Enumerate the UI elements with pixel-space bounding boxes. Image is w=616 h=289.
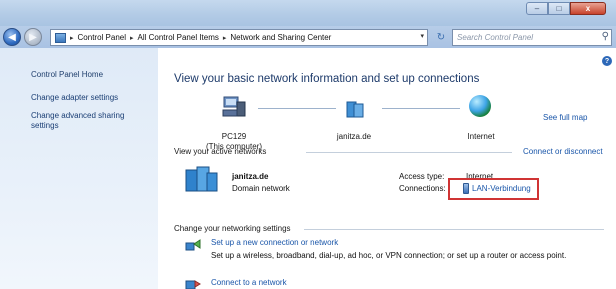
change-settings-label: Change your networking settings <box>174 224 291 233</box>
navigation-bar: ◀ ▶ ▸ Control Panel ▸ All Control Panel … <box>0 26 616 48</box>
section-divider <box>306 152 512 153</box>
network-sharing-center-window: – □ x ◀ ▶ ▸ Control Panel ▸ All Control … <box>0 0 616 289</box>
page-title: View your basic network information and … <box>174 73 480 85</box>
breadcrumb-network-sharing[interactable]: Network and Sharing Center <box>230 33 331 42</box>
network-type[interactable]: Domain network <box>232 184 290 193</box>
breadcrumb-separator-icon[interactable]: ▸ <box>70 34 74 42</box>
minimize-button[interactable]: – <box>526 2 548 15</box>
network-adapter-icon <box>463 183 469 194</box>
node-label-domain: janitza.de <box>336 132 372 141</box>
caption-buttons: – □ x <box>526 2 606 16</box>
address-bar[interactable]: ▸ Control Panel ▸ All Control Panel Item… <box>50 29 428 46</box>
search-placeholder: Search Control Panel <box>457 33 534 42</box>
sidebar: Control Panel Home Change adapter settin… <box>0 48 158 289</box>
access-type-label: Access type: <box>399 172 445 181</box>
search-icon[interactable]: ⚲ <box>602 31 609 42</box>
setup-connection-description: Set up a wireless, broadband, dial-up, a… <box>211 251 567 260</box>
node-label-internet: Internet <box>467 132 495 141</box>
sidebar-item-adapter-settings[interactable]: Change adapter settings <box>31 93 118 103</box>
map-connector <box>382 108 460 109</box>
refresh-icon[interactable]: ↻ <box>432 29 450 46</box>
connect-disconnect-link[interactable]: Connect or disconnect <box>523 147 603 156</box>
active-networks-label: View your active networks <box>174 147 267 156</box>
breadcrumb-control-panel[interactable]: Control Panel <box>78 33 126 42</box>
see-full-map-link[interactable]: See full map <box>543 113 587 122</box>
search-input[interactable]: Search Control Panel ⚲ <box>452 29 612 46</box>
lan-connection-label[interactable]: LAN-Verbindung <box>472 184 531 193</box>
connect-network-link[interactable]: Connect to a network <box>211 278 287 287</box>
breadcrumb-all-items[interactable]: All Control Panel Items <box>138 33 219 42</box>
back-arrow-icon[interactable]: ◀ <box>3 28 21 46</box>
main-content: ? View your basic network information an… <box>158 48 616 289</box>
close-button[interactable]: x <box>570 2 606 15</box>
connections-label: Connections: <box>399 184 446 193</box>
map-connector <box>258 108 336 109</box>
domain-network-icon <box>185 166 218 192</box>
setup-connection-link[interactable]: Set up a new connection or network <box>211 238 338 247</box>
help-icon[interactable]: ? <box>602 56 612 66</box>
address-dropdown-icon[interactable]: ▾ <box>420 32 424 40</box>
title-bar[interactable]: – □ x <box>0 0 616 26</box>
connect-network-icon <box>185 280 201 289</box>
computer-icon[interactable] <box>221 96 247 120</box>
section-divider <box>304 229 604 230</box>
network-name: janitza.de <box>232 172 269 181</box>
sidebar-item-advanced-sharing[interactable]: Change advanced sharing settings <box>31 111 141 131</box>
lan-connection-link[interactable]: LAN-Verbindung <box>463 183 531 194</box>
maximize-button[interactable]: □ <box>548 2 570 15</box>
globe-icon[interactable] <box>469 95 491 117</box>
control-panel-icon <box>55 32 66 43</box>
node-label-pc: PC129 <box>221 132 247 141</box>
new-connection-icon <box>185 239 201 251</box>
breadcrumb-separator-icon[interactable]: ▸ <box>223 34 227 42</box>
forward-arrow-icon[interactable]: ▶ <box>24 28 42 46</box>
domain-network-icon[interactable] <box>346 99 364 119</box>
sidebar-item-control-panel-home[interactable]: Control Panel Home <box>31 70 103 80</box>
breadcrumb-separator-icon[interactable]: ▸ <box>130 34 134 42</box>
